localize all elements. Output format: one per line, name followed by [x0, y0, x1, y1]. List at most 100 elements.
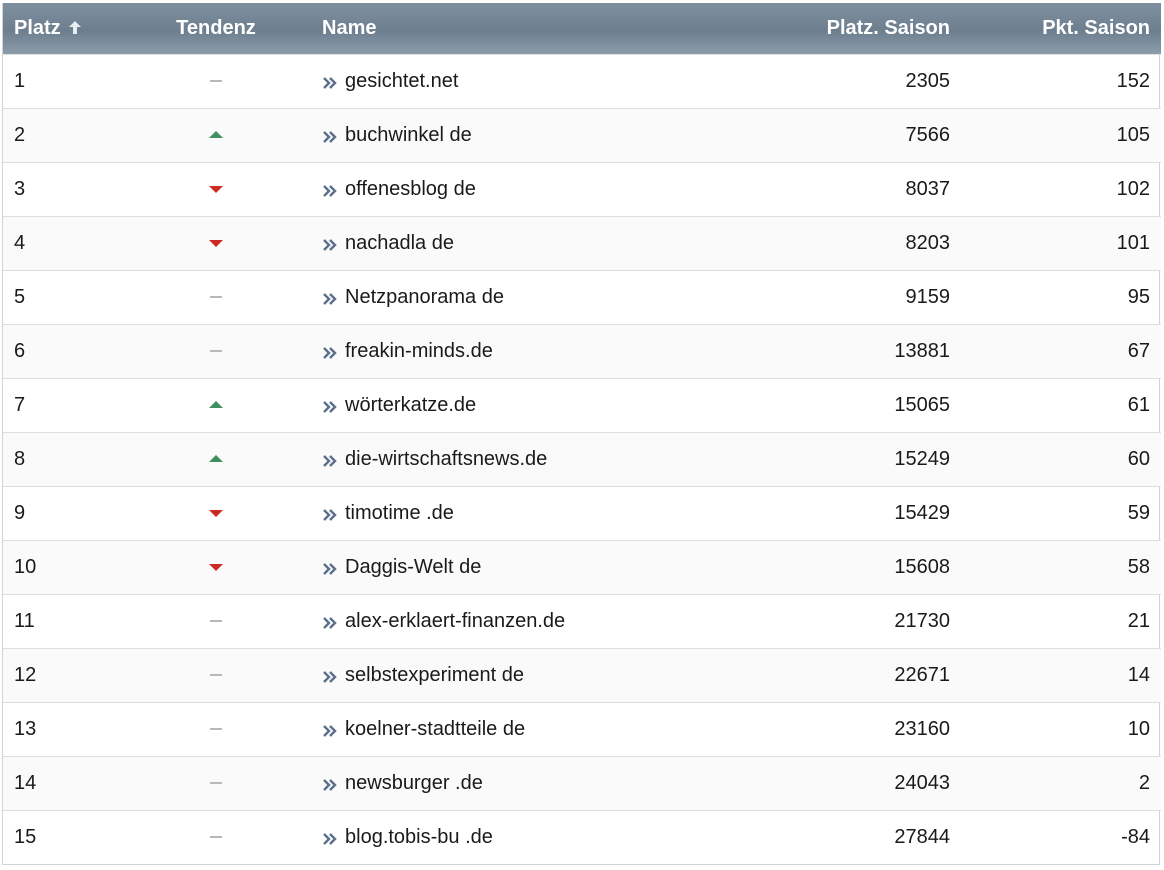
season-rank-cell: 13881	[661, 323, 961, 378]
site-link[interactable]: timotime .de	[345, 502, 454, 524]
trend-up-icon	[209, 455, 223, 463]
table-row: 15 blog.tobis-bu .de 27844 -84	[3, 809, 1161, 864]
rank-cell: 10	[3, 539, 121, 594]
season-points-cell: -84	[961, 809, 1161, 864]
name-cell: nachadla de	[311, 215, 661, 270]
double-chevron-right-icon	[323, 238, 337, 251]
double-chevron-right-icon	[323, 778, 337, 791]
double-chevron-right-icon	[323, 130, 337, 143]
season-points-cell: 95	[961, 269, 1161, 324]
rank-cell: 7	[3, 377, 121, 432]
site-link[interactable]: wörterkatze.de	[345, 394, 476, 416]
rank-cell: 1	[3, 53, 121, 108]
site-link[interactable]: alex-erklaert-finanzen.de	[345, 610, 565, 632]
table-row: 3 offenesblog de 8037 102	[3, 161, 1161, 216]
double-chevron-right-icon	[323, 670, 337, 683]
double-chevron-right-icon	[323, 454, 337, 467]
table-row: 12 selbstexperiment de 22671 14	[3, 647, 1161, 702]
column-header-tendenz-label: Tendenz	[176, 16, 256, 39]
site-link[interactable]: Netzpanorama de	[345, 286, 504, 308]
sort-ascending-arrow-icon	[68, 20, 81, 34]
season-points-cell: 10	[961, 701, 1161, 756]
trend-cell	[121, 539, 311, 594]
site-link[interactable]: offenesblog de	[345, 178, 476, 200]
rank-cell: 11	[3, 593, 121, 648]
header-row: Platz Tendenz Name Platz. Saison Pkt. Sa…	[3, 3, 1161, 54]
column-header-tendenz[interactable]: Tendenz	[121, 3, 311, 54]
season-points-cell: 67	[961, 323, 1161, 378]
season-points-cell: 2	[961, 755, 1161, 810]
trend-cell	[121, 377, 311, 432]
table-row: 8 die-wirtschaftsnews.de 15249 60	[3, 431, 1161, 486]
season-points-cell: 21	[961, 593, 1161, 648]
table-row: 7 wörterkatze.de 15065 61	[3, 377, 1161, 432]
trend-cell	[121, 269, 311, 324]
season-rank-cell: 8037	[661, 161, 961, 216]
site-link[interactable]: gesichtet.net	[345, 70, 458, 92]
trend-cell	[121, 161, 311, 216]
table-row: 6 freakin-minds.de 13881 67	[3, 323, 1161, 378]
season-rank-cell: 27844	[661, 809, 961, 864]
site-link[interactable]: koelner-stadtteile de	[345, 718, 525, 740]
table-row: 11 alex-erklaert-finanzen.de 21730 21	[3, 593, 1161, 648]
column-header-name[interactable]: Name	[311, 3, 661, 54]
double-chevron-right-icon	[323, 508, 337, 521]
column-header-platz-saison[interactable]: Platz. Saison	[661, 3, 961, 54]
double-chevron-right-icon	[323, 562, 337, 575]
name-cell: offenesblog de	[311, 161, 661, 216]
site-link[interactable]: nachadla de	[345, 232, 454, 254]
season-rank-cell: 21730	[661, 593, 961, 648]
rank-cell: 13	[3, 701, 121, 756]
trend-neutral-icon	[210, 620, 222, 623]
ranking-table-container: Platz Tendenz Name Platz. Saison Pkt. Sa…	[2, 3, 1161, 865]
column-header-pkt-saison[interactable]: Pkt. Saison	[961, 3, 1161, 54]
trend-neutral-icon	[210, 674, 222, 677]
trend-cell	[121, 809, 311, 864]
site-link[interactable]: die-wirtschaftsnews.de	[345, 448, 547, 470]
season-rank-cell: 9159	[661, 269, 961, 324]
column-header-platz-saison-label: Platz. Saison	[826, 16, 950, 39]
column-header-name-label: Name	[322, 16, 377, 39]
name-cell: timotime .de	[311, 485, 661, 540]
trend-cell	[121, 755, 311, 810]
season-points-cell: 60	[961, 431, 1161, 486]
table-row: 2 buchwinkel de 7566 105	[3, 107, 1161, 162]
table-row: 13 koelner-stadtteile de 23160 10	[3, 701, 1161, 756]
season-points-cell: 14	[961, 647, 1161, 702]
trend-cell	[121, 323, 311, 378]
table-row: 14 newsburger .de 24043 2	[3, 755, 1161, 810]
name-cell: Daggis-Welt de	[311, 539, 661, 594]
site-link[interactable]: buchwinkel de	[345, 124, 472, 146]
rank-cell: 4	[3, 215, 121, 270]
double-chevron-right-icon	[323, 292, 337, 305]
rank-cell: 6	[3, 323, 121, 378]
season-points-cell: 101	[961, 215, 1161, 270]
trend-cell	[121, 647, 311, 702]
trend-up-icon	[209, 131, 223, 139]
site-link[interactable]: freakin-minds.de	[345, 340, 493, 362]
name-cell: koelner-stadtteile de	[311, 701, 661, 756]
trend-neutral-icon	[210, 350, 222, 353]
site-link[interactable]: Daggis-Welt de	[345, 556, 481, 578]
ranking-table: Platz Tendenz Name Platz. Saison Pkt. Sa…	[3, 3, 1161, 864]
name-cell: buchwinkel de	[311, 107, 661, 162]
table-row: 4 nachadla de 8203 101	[3, 215, 1161, 270]
name-cell: die-wirtschaftsnews.de	[311, 431, 661, 486]
site-link[interactable]: newsburger .de	[345, 772, 483, 794]
trend-neutral-icon	[210, 728, 222, 731]
table-row: 9 timotime .de 15429 59	[3, 485, 1161, 540]
site-link[interactable]: blog.tobis-bu .de	[345, 826, 493, 848]
trend-down-icon	[209, 510, 223, 518]
name-cell: alex-erklaert-finanzen.de	[311, 593, 661, 648]
season-points-cell: 152	[961, 53, 1161, 108]
trend-neutral-icon	[210, 296, 222, 299]
double-chevron-right-icon	[323, 184, 337, 197]
trend-down-icon	[209, 240, 223, 248]
trend-cell	[121, 215, 311, 270]
name-cell: gesichtet.net	[311, 53, 661, 108]
column-header-platz[interactable]: Platz	[3, 3, 121, 54]
site-link[interactable]: selbstexperiment de	[345, 664, 524, 686]
double-chevron-right-icon	[323, 76, 337, 89]
double-chevron-right-icon	[323, 400, 337, 413]
trend-cell	[121, 485, 311, 540]
